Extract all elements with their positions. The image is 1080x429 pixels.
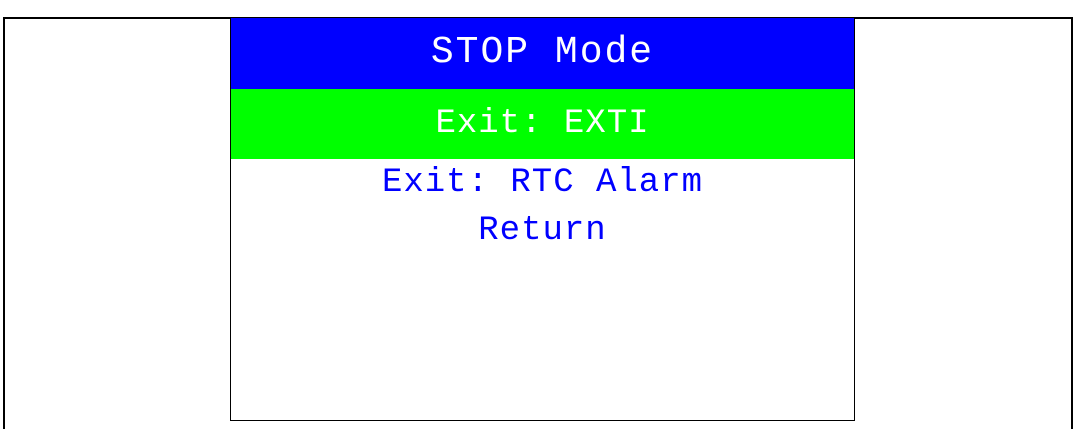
menu-item-exit-rtc-alarm[interactable]: Exit: RTC Alarm	[231, 159, 854, 207]
menu-item-return[interactable]: Return	[231, 207, 854, 255]
lcd-screen: STOP Mode Exit: EXTI Exit: RTC Alarm Ret…	[230, 17, 855, 421]
screen-title: STOP Mode	[231, 18, 854, 89]
menu-item-exit-exti[interactable]: Exit: EXTI	[231, 89, 854, 159]
